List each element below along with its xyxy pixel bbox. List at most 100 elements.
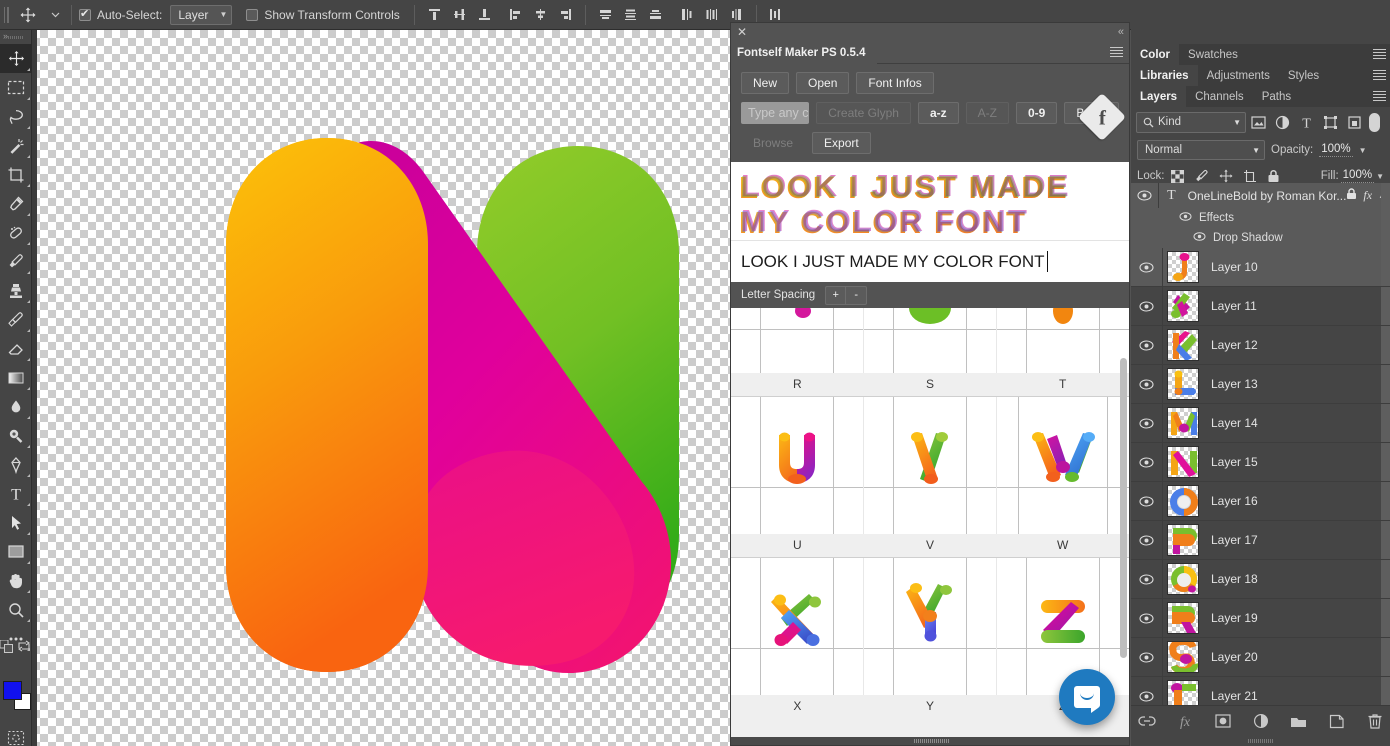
sidebar-item-lasso-tool[interactable] bbox=[0, 102, 32, 131]
panel-menu-icon[interactable] bbox=[1373, 91, 1386, 102]
layer-thumbnail[interactable] bbox=[1167, 602, 1199, 634]
sidebar-item-clone-stamp-tool[interactable] bbox=[0, 276, 32, 305]
sidebar-item-blur-tool[interactable] bbox=[0, 392, 32, 421]
quick-mask-toggle[interactable] bbox=[0, 723, 32, 746]
distribute-left-edges-button[interactable] bbox=[674, 2, 699, 28]
toolbar-expand-icon[interactable]: » bbox=[3, 32, 8, 41]
tab-libraries[interactable]: Libraries bbox=[1131, 65, 1198, 86]
glyph-cell[interactable] bbox=[864, 558, 997, 695]
layer-name[interactable]: Layer 11 bbox=[1211, 299, 1257, 313]
layer-visibility-icon[interactable] bbox=[1131, 482, 1163, 520]
glyph-cell[interactable] bbox=[997, 397, 1129, 534]
browse-button[interactable]: Browse bbox=[741, 132, 805, 154]
layer-visibility-icon[interactable] bbox=[1131, 560, 1163, 598]
type-layer-filter-icon[interactable]: T bbox=[1294, 111, 1318, 133]
layer-name[interactable]: Layer 20 bbox=[1211, 650, 1258, 664]
lowercase-range-button[interactable]: a-z bbox=[917, 102, 959, 124]
tab-styles[interactable]: Styles bbox=[1278, 65, 1329, 86]
align-left-edges-button[interactable] bbox=[503, 2, 528, 28]
sidebar-item-magic-wand-tool[interactable] bbox=[0, 131, 32, 160]
create-glyph-button[interactable]: Create Glyph bbox=[816, 102, 911, 124]
add-layer-style-icon[interactable]: fx bbox=[1176, 712, 1194, 730]
layer-effect-item[interactable]: Drop Shadow bbox=[1131, 183, 1390, 705]
distribute-horizontal-centers-button[interactable] bbox=[699, 2, 724, 28]
layer-name[interactable]: Layer 10 bbox=[1211, 260, 1258, 274]
glyph-cell[interactable] bbox=[997, 558, 1129, 695]
table-row[interactable]: Layer 19 bbox=[1131, 599, 1390, 638]
blend-mode-dropdown[interactable]: Normal ▼ bbox=[1137, 140, 1265, 160]
opacity-value[interactable]: 100% bbox=[1319, 143, 1353, 157]
fill-value[interactable]: 100% bbox=[1340, 169, 1375, 183]
layer-name[interactable]: OneLineBold by Roman Kor... bbox=[1188, 189, 1347, 203]
panel-menu-icon[interactable] bbox=[1373, 49, 1386, 60]
layer-thumbnail[interactable] bbox=[1167, 368, 1199, 400]
panel-resize-grip[interactable] bbox=[1131, 736, 1390, 745]
character-input[interactable]: Type any character bbox=[741, 102, 810, 124]
sidebar-item-spot-healing-brush-tool[interactable] bbox=[0, 218, 32, 247]
effect-visibility-icon[interactable] bbox=[1193, 232, 1206, 244]
align-right-edges-button[interactable] bbox=[553, 2, 578, 28]
layer-visibility-icon[interactable] bbox=[1131, 248, 1163, 286]
color-swatches[interactable] bbox=[0, 677, 32, 717]
fill-slider-chevron-icon[interactable]: ▼ bbox=[1376, 172, 1384, 181]
lock-icon[interactable] bbox=[1346, 187, 1357, 205]
table-row[interactable]: Layer 14 bbox=[1131, 404, 1390, 443]
tab-adjustments[interactable]: Adjustments bbox=[1197, 65, 1279, 86]
close-icon[interactable]: ✕ bbox=[735, 25, 749, 39]
sidebar-item-move-tool[interactable] bbox=[0, 44, 32, 73]
layer-visibility-icon[interactable] bbox=[1131, 287, 1163, 325]
distribute-bottom-edges-button[interactable] bbox=[643, 2, 668, 28]
glyph-grid[interactable]: R S T U V W X Y bbox=[731, 308, 1129, 745]
glyph-cell[interactable] bbox=[864, 308, 997, 373]
sidebar-item-type-tool[interactable]: T bbox=[0, 479, 32, 508]
layer-name[interactable]: Layer 21 bbox=[1211, 689, 1258, 703]
layer-visibility-icon[interactable] bbox=[1131, 599, 1163, 637]
layer-name[interactable]: Layer 17 bbox=[1211, 533, 1258, 547]
sample-text-input[interactable]: LOOK I JUST MADE MY COLOR FONT bbox=[731, 240, 1129, 282]
sidebar-item-gradient-tool[interactable] bbox=[0, 363, 32, 392]
layer-thumbnail[interactable] bbox=[1167, 524, 1199, 556]
export-button[interactable]: Export bbox=[812, 132, 871, 154]
intercom-chat-icon[interactable] bbox=[1059, 669, 1115, 725]
layer-thumbnail[interactable] bbox=[1167, 290, 1199, 322]
layer-visibility-icon[interactable] bbox=[1131, 326, 1163, 364]
tab-layers[interactable]: Layers bbox=[1131, 86, 1187, 107]
distribute-top-edges-button[interactable] bbox=[593, 2, 618, 28]
sidebar-item-hand-tool[interactable] bbox=[0, 566, 32, 595]
letter-spacing-increase-button[interactable]: + bbox=[826, 286, 847, 304]
tool-preset-chevron-icon[interactable] bbox=[46, 12, 64, 18]
table-row[interactable]: Layer 17 bbox=[1131, 521, 1390, 560]
table-row[interactable]: Layer 15 bbox=[1131, 443, 1390, 482]
default-colors-icon[interactable] bbox=[0, 639, 13, 656]
sidebar-item-dodge-tool[interactable] bbox=[0, 421, 32, 450]
adjustment-layer-filter-icon[interactable] bbox=[1270, 111, 1294, 133]
smart-object-filter-icon[interactable] bbox=[1342, 111, 1366, 133]
font-infos-button[interactable]: Font Infos bbox=[856, 72, 934, 94]
new-layer-icon[interactable] bbox=[1328, 712, 1346, 730]
layer-thumbnail[interactable] bbox=[1167, 563, 1199, 595]
tab-swatches[interactable]: Swatches bbox=[1179, 44, 1247, 65]
layer-name[interactable]: Layer 15 bbox=[1211, 455, 1258, 469]
glyph-grid-scrollbar[interactable] bbox=[1120, 358, 1127, 658]
panel-menu-icon[interactable] bbox=[1110, 47, 1123, 58]
layers-list[interactable]: T OneLineBold by Roman Kor... fx ▲ Effec… bbox=[1131, 183, 1390, 705]
effects-visibility-icon[interactable] bbox=[1179, 212, 1192, 224]
sidebar-item-path-selection-tool[interactable] bbox=[0, 508, 32, 537]
auto-select-checkbox[interactable] bbox=[79, 7, 91, 21]
layer-effects-fx-icon[interactable]: fx bbox=[1363, 188, 1372, 203]
align-bottom-edges-button[interactable] bbox=[472, 2, 497, 28]
sidebar-item-rectangle-tool[interactable] bbox=[0, 537, 32, 566]
layer-thumbnail[interactable] bbox=[1167, 446, 1199, 478]
uppercase-range-button[interactable]: A-Z bbox=[965, 102, 1009, 124]
layer-name[interactable]: Layer 13 bbox=[1211, 377, 1258, 391]
swap-colors-icon[interactable] bbox=[18, 640, 30, 655]
letter-spacing-decrease-button[interactable]: - bbox=[846, 287, 866, 304]
table-row[interactable]: Layer 16 bbox=[1131, 482, 1390, 521]
move-tool-icon[interactable] bbox=[10, 0, 46, 30]
glyph-cell[interactable] bbox=[731, 558, 864, 695]
align-horizontal-centers-button[interactable] bbox=[528, 2, 553, 28]
link-layers-icon[interactable] bbox=[1137, 712, 1156, 730]
layer-thumbnail[interactable] bbox=[1167, 680, 1199, 705]
sidebar-item-history-brush-tool[interactable] bbox=[0, 305, 32, 334]
layer-effects-group[interactable]: Effects bbox=[1131, 183, 1390, 705]
